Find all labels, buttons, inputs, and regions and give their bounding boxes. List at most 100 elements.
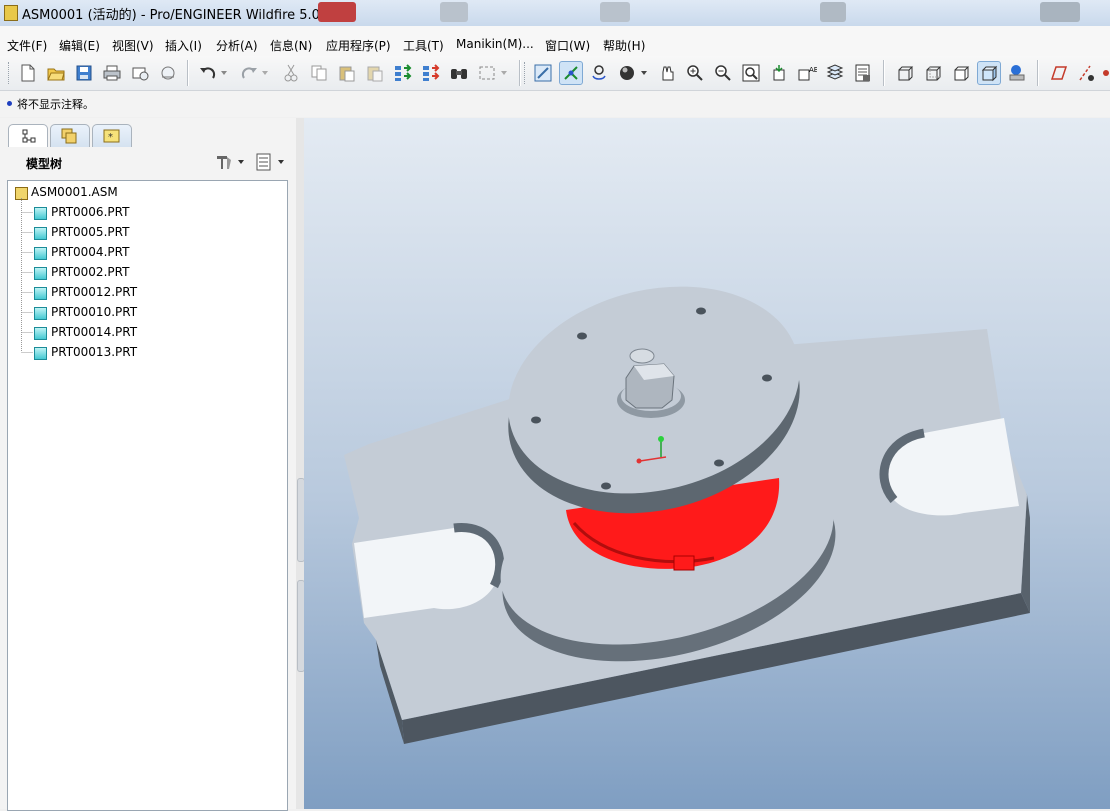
pan-icon[interactable] [655,61,679,85]
favorites-tab[interactable]: * [92,124,132,147]
toolbar-separator [1037,60,1038,86]
menu-view[interactable]: 视图(V) [112,37,154,54]
zoom-out-icon[interactable] [711,61,735,85]
regen-manager-icon[interactable] [419,61,443,85]
bolt-hole [696,307,706,315]
part-icon [34,227,47,240]
zoom-in-icon[interactable] [683,61,707,85]
tree-show-button[interactable] [254,152,288,172]
favorites-icon: * [103,129,120,143]
part-icon [34,327,47,340]
menu-insert[interactable]: 插入(I) [165,37,202,54]
toolbar-grip[interactable] [8,62,12,84]
tree-item[interactable]: PRT0004.PRT [8,243,287,263]
menu-analysis[interactable]: 分析(A) [216,37,258,54]
cut-icon[interactable] [279,61,303,85]
svg-text:*: * [108,132,113,143]
show-list-icon [256,153,284,171]
display-style-icon[interactable] [615,61,639,85]
taskbar-thumb [820,2,846,22]
menu-info[interactable]: 信息(N) [270,37,312,54]
tree-root-node[interactable]: ASM0001.ASM [8,183,287,203]
bolt-hole [601,482,611,490]
toolbar-separator [519,60,520,86]
find-icon[interactable] [447,61,471,85]
undo-dropdown-icon[interactable] [219,61,229,85]
spin-center-icon[interactable] [559,61,583,85]
folder-browser-icon [61,128,77,144]
new-file-icon[interactable] [16,61,40,85]
tree-item-label: PRT0006.PRT [51,205,130,219]
shading-icon[interactable] [977,61,1001,85]
hidden-line-icon[interactable] [921,61,945,85]
graphics-viewport[interactable] [304,118,1110,809]
tree-settings-button[interactable] [214,152,248,172]
part-icon [34,347,47,360]
model-tree-icon [22,129,36,143]
taskbar-thumb [318,2,356,22]
part-icon [34,287,47,300]
part-icon [34,267,47,280]
save-icon[interactable] [72,61,96,85]
reorient-icon[interactable] [767,61,791,85]
menu-applications[interactable]: 应用程序(P) [326,37,391,54]
part-icon [34,307,47,320]
tree-item-label: PRT00014.PRT [51,325,138,339]
tree-item-label: PRT00010.PRT [51,305,138,319]
datum-axis-icon[interactable] [1074,61,1098,85]
paste-special-icon[interactable] [363,61,387,85]
layers-icon[interactable] [823,61,847,85]
taskbar-thumb [1040,2,1080,22]
refit-icon[interactable] [739,61,763,85]
open-folder-icon[interactable] [44,61,68,85]
tree-item-label: PRT0002.PRT [51,265,130,279]
more-toolbar-icon[interactable] [1100,61,1110,85]
menu-manikin[interactable]: Manikin(M)... [456,37,534,51]
tree-item[interactable]: PRT00013.PRT [8,343,287,363]
tree-item[interactable]: PRT0002.PRT [8,263,287,283]
saved-views-icon[interactable]: AB [795,61,819,85]
display-style-dropdown-icon[interactable] [639,61,649,85]
wireframe-icon[interactable] [893,61,917,85]
redo-icon[interactable] [237,61,261,85]
send-link-icon[interactable] [156,61,180,85]
select-box-icon[interactable] [475,61,499,85]
toolbar-grip[interactable] [524,62,528,84]
model-display-icon[interactable] [1005,61,1029,85]
orient-mode-icon[interactable] [587,61,611,85]
menu-file[interactable]: 文件(F) [7,37,47,54]
datum-plane-icon[interactable] [1046,61,1070,85]
panel-splitter[interactable] [296,118,305,809]
svg-text:AB: AB [809,66,817,74]
send-mail-icon[interactable] [128,61,152,85]
rubber-tab [673,555,695,571]
tree-item[interactable]: PRT0006.PRT [8,203,287,223]
toolbar-separator [883,60,884,86]
copy-icon[interactable] [307,61,331,85]
select-dropdown-icon[interactable] [499,61,509,85]
tree-item[interactable]: PRT0005.PRT [8,223,287,243]
menu-help[interactable]: 帮助(H) [603,37,645,54]
print-icon[interactable] [100,61,124,85]
message-text: 将不显示注释。 [17,98,94,111]
view-manager-icon[interactable] [851,61,875,85]
model-tree-tab[interactable] [8,124,48,147]
taskbar-thumb [600,2,630,22]
no-hidden-icon[interactable] [949,61,973,85]
menu-tools[interactable]: 工具(T) [403,37,444,54]
settings-tools-icon [217,156,244,169]
repaint-icon[interactable] [531,61,555,85]
undo-icon[interactable] [196,61,220,85]
menu-window[interactable]: 窗口(W) [545,37,590,54]
redo-dropdown-icon[interactable] [260,61,270,85]
paste-icon[interactable] [335,61,359,85]
regenerate-icon[interactable] [391,61,415,85]
navigator-panel: * 模型树 ASM0001.ASM PRT0006.PRT PRT0005.PR… [0,118,296,811]
model-tree-header: 模型树 [0,148,296,176]
menu-edit[interactable]: 编辑(E) [59,37,100,54]
tree-item[interactable]: PRT00010.PRT [8,303,287,323]
tree-item[interactable]: PRT00012.PRT [8,283,287,303]
message-bullet-icon [7,101,12,106]
tree-item[interactable]: PRT00014.PRT [8,323,287,343]
folder-browser-tab[interactable] [50,124,90,147]
